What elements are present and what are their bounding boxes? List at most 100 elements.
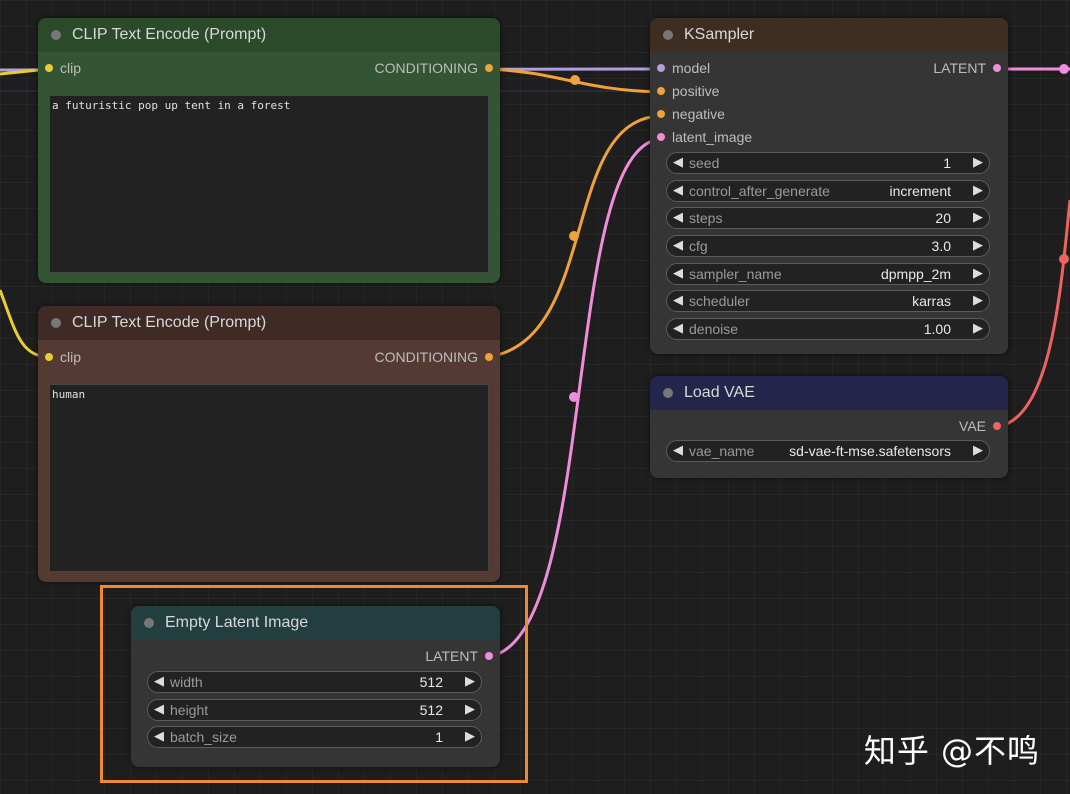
latent-output-slot[interactable] [485, 652, 493, 660]
conditioning-output-slot[interactable] [485, 64, 493, 72]
widget-value: 1 [435, 729, 443, 745]
io-row: clip CONDITIONING [38, 57, 500, 80]
widget-name: seed [689, 155, 720, 171]
decrement-arrow-icon[interactable]: ◀ [673, 320, 683, 336]
load-vae-node[interactable]: Load VAE VAE ◀ vae_name sd-vae-ft-mse.sa… [650, 376, 1008, 478]
decrement-arrow-icon[interactable]: ◀ [673, 154, 683, 170]
increment-arrow-icon[interactable]: ▶ [973, 237, 983, 253]
widget-name: control_after_generate [689, 183, 830, 199]
collapse-dot-icon[interactable] [663, 30, 673, 40]
output-label: CONDITIONING [374, 349, 478, 365]
clip-text-encode-negative-node[interactable]: CLIP Text Encode (Prompt) clip CONDITION… [38, 306, 500, 582]
sampler-name-widget[interactable]: ◀ sampler_name dpmpp_2m ▶ [666, 263, 990, 285]
input-label: negative [672, 106, 725, 122]
increment-arrow-icon[interactable]: ▶ [973, 209, 983, 225]
prompt-textarea[interactable]: a futuristic pop up tent in a forest [49, 95, 489, 273]
widget-name: denoise [689, 321, 739, 337]
increment-arrow-icon[interactable]: ▶ [465, 701, 475, 717]
widget-name: batch_size [170, 729, 237, 745]
height-widget[interactable]: ◀ height 512 ▶ [147, 699, 482, 721]
node-title: KSampler [684, 26, 755, 43]
increment-arrow-icon[interactable]: ▶ [465, 728, 475, 744]
widget-value: 3.0 [931, 238, 951, 254]
collapse-dot-icon[interactable] [663, 388, 673, 398]
node-header[interactable]: Empty Latent Image [131, 606, 500, 640]
vae-name-widget[interactable]: ◀ vae_name sd-vae-ft-mse.safetensors ▶ [666, 440, 990, 462]
increment-arrow-icon[interactable]: ▶ [973, 292, 983, 308]
latent-output-slot[interactable] [993, 64, 1001, 72]
input-label: latent_image [672, 129, 753, 145]
io-row: VAE [650, 415, 1008, 438]
steps-widget[interactable]: ◀ steps 20 ▶ [666, 207, 990, 229]
input-label: positive [672, 83, 720, 99]
conditioning-output-slot[interactable] [485, 353, 493, 361]
clip-input-slot[interactable] [45, 64, 53, 72]
prompt-textarea[interactable]: human [49, 384, 489, 572]
widget-name: cfg [689, 238, 708, 254]
negative-input-slot[interactable] [657, 110, 665, 118]
latent-image-input-slot[interactable] [657, 133, 665, 141]
widget-value: increment [889, 183, 951, 199]
wire-negative [487, 114, 661, 359]
decrement-arrow-icon[interactable]: ◀ [154, 673, 164, 689]
denoise-widget[interactable]: ◀ denoise 1.00 ▶ [666, 318, 990, 340]
widget-name: vae_name [689, 443, 755, 459]
input-label: clip [60, 349, 82, 365]
input-label: clip [60, 60, 82, 76]
batch-size-widget[interactable]: ◀ batch_size 1 ▶ [147, 726, 482, 748]
positive-input-slot[interactable] [657, 87, 665, 95]
decrement-arrow-icon[interactable]: ◀ [154, 701, 164, 717]
seed-widget[interactable]: ◀ seed 1 ▶ [666, 152, 990, 174]
width-widget[interactable]: ◀ width 512 ▶ [147, 671, 482, 693]
input-label: model [672, 60, 711, 76]
widget-name: sampler_name [689, 266, 782, 282]
model-input-slot[interactable] [657, 64, 665, 72]
decrement-arrow-icon[interactable]: ◀ [673, 442, 683, 458]
decrement-arrow-icon[interactable]: ◀ [673, 182, 683, 198]
output-label: VAE [959, 418, 986, 434]
scheduler-widget[interactable]: ◀ scheduler karras ▶ [666, 290, 990, 312]
increment-arrow-icon[interactable]: ▶ [973, 320, 983, 336]
decrement-arrow-icon[interactable]: ◀ [673, 265, 683, 281]
node-title: Empty Latent Image [165, 614, 309, 631]
increment-arrow-icon[interactable]: ▶ [465, 673, 475, 689]
decrement-arrow-icon[interactable]: ◀ [673, 209, 683, 225]
increment-arrow-icon[interactable]: ▶ [973, 182, 983, 198]
widget-name: width [170, 674, 203, 690]
node-header[interactable]: Load VAE [650, 376, 1008, 410]
ksampler-node[interactable]: KSampler model LATENT positive negative … [650, 18, 1008, 354]
decrement-arrow-icon[interactable]: ◀ [154, 728, 164, 744]
widget-value: 20 [935, 210, 951, 226]
wire-latent [487, 137, 661, 659]
widget-value: sd-vae-ft-mse.safetensors [789, 443, 951, 459]
node-header[interactable]: CLIP Text Encode (Prompt) [38, 306, 500, 340]
control-after-generate-widget[interactable]: ◀ control_after_generate increment ▶ [666, 180, 990, 202]
increment-arrow-icon[interactable]: ▶ [973, 154, 983, 170]
output-label: LATENT [933, 60, 986, 76]
io-row: LATENT [131, 645, 500, 668]
collapse-dot-icon[interactable] [51, 318, 61, 328]
node-title: CLIP Text Encode (Prompt) [72, 314, 267, 331]
widget-name: scheduler [689, 293, 750, 309]
node-header[interactable]: CLIP Text Encode (Prompt) [38, 18, 500, 52]
increment-arrow-icon[interactable]: ▶ [973, 442, 983, 458]
cfg-widget[interactable]: ◀ cfg 3.0 ▶ [666, 235, 990, 257]
decrement-arrow-icon[interactable]: ◀ [673, 237, 683, 253]
widget-value: 1 [943, 155, 951, 171]
empty-latent-image-node[interactable]: Empty Latent Image LATENT ◀ width 512 ▶ … [131, 606, 500, 767]
watermark: 知乎 @不鸣 [863, 732, 1040, 770]
io-row: latent_image [650, 126, 1008, 149]
increment-arrow-icon[interactable]: ▶ [973, 265, 983, 281]
decrement-arrow-icon[interactable]: ◀ [673, 292, 683, 308]
collapse-dot-icon[interactable] [51, 30, 61, 40]
clip-text-encode-positive-node[interactable]: CLIP Text Encode (Prompt) clip CONDITION… [38, 18, 500, 283]
io-row: positive [650, 80, 1008, 103]
collapse-dot-icon[interactable] [144, 618, 154, 628]
clip-input-slot[interactable] [45, 353, 53, 361]
node-header[interactable]: KSampler [650, 18, 1008, 52]
widget-value: dpmpp_2m [880, 266, 951, 282]
widget-value: 1.00 [923, 321, 951, 337]
node-title: Load VAE [684, 384, 755, 401]
node-title: CLIP Text Encode (Prompt) [72, 26, 267, 43]
vae-output-slot[interactable] [993, 422, 1001, 430]
